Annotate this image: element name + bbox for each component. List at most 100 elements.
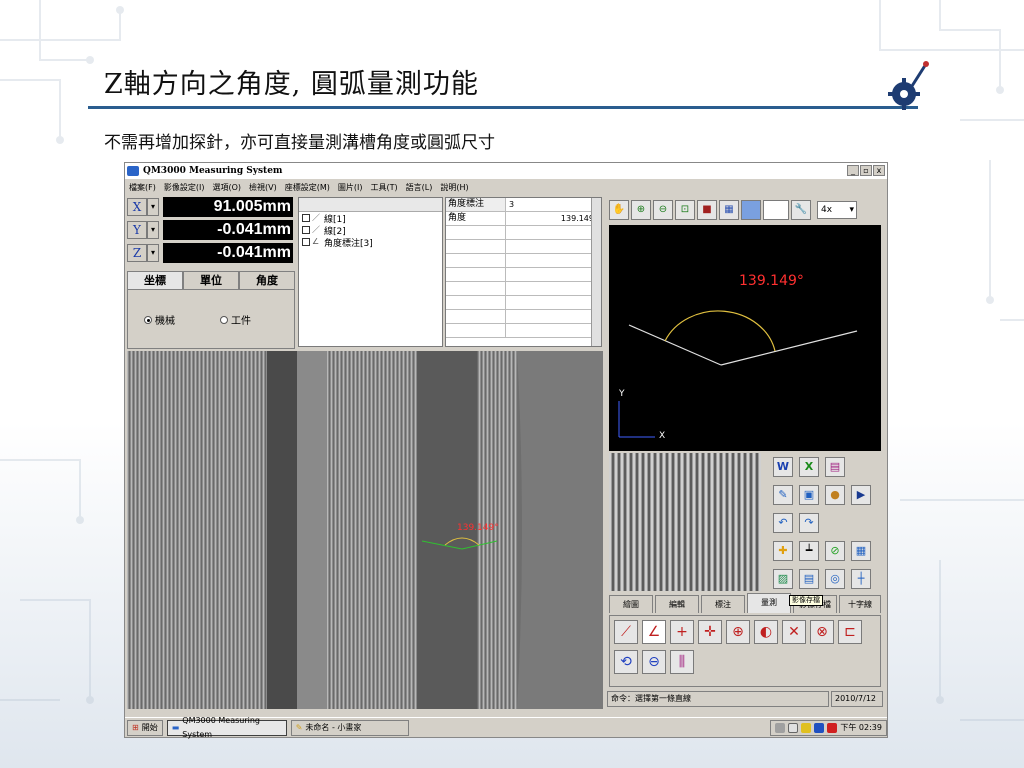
grid-icon[interactable]: ▦ (719, 200, 739, 220)
window-title: QM3000 Measuring System (143, 166, 283, 176)
tab-angle[interactable]: 角度 (239, 271, 295, 289)
zoom-out-icon[interactable]: ⊖ (653, 200, 673, 220)
word-export-icon[interactable]: W (773, 457, 793, 477)
tab-unit[interactable]: 單位 (183, 271, 239, 289)
zoom-window-icon[interactable]: ⊡ (675, 200, 695, 220)
tab-edit[interactable]: 編輯 (655, 595, 699, 613)
redo-icon[interactable]: ↷ (799, 513, 819, 533)
picture-icon[interactable]: ▨ (773, 569, 793, 589)
table-row (446, 268, 601, 282)
slide-subtitle: 不需再增加探針，亦可直接量測溝槽角度或圓弧尺寸 (104, 133, 495, 153)
app-icon: ▬ (171, 722, 180, 732)
menu-image-settings[interactable]: 影像設定(I) (164, 182, 205, 193)
excel-export-icon[interactable]: X (799, 457, 819, 477)
camera-thumbnail[interactable] (609, 453, 761, 591)
axis-label-z[interactable]: Z (127, 244, 147, 262)
rotate-tool-icon[interactable]: ⟲ (614, 650, 638, 674)
menu-file[interactable]: 檔案(F) (129, 182, 156, 193)
hand-pan-icon[interactable]: ✋ (609, 200, 629, 220)
close-button[interactable]: x (873, 165, 885, 176)
gear-logo-icon (888, 61, 929, 110)
menu-view[interactable]: 檢視(V) (249, 182, 277, 193)
arc-tool-icon[interactable]: ◐ (754, 620, 778, 644)
edit-icon[interactable]: ✎ (773, 485, 793, 505)
help-icon[interactable] (788, 722, 799, 733)
wrench-icon[interactable]: 🔧 (791, 200, 811, 220)
document-icon[interactable]: ▤ (799, 569, 819, 589)
checkbox[interactable] (302, 238, 310, 246)
result-header-name: 角度標注 (446, 198, 506, 211)
table-row[interactable]: 角度 139.149° (446, 212, 601, 226)
target-icon[interactable]: ◎ (825, 569, 845, 589)
color-fill-icon[interactable] (741, 200, 761, 220)
undo-icon[interactable]: ↶ (773, 513, 793, 533)
menu-options[interactable]: 選項(O) (212, 182, 241, 193)
printer-icon[interactable] (775, 722, 786, 733)
tab-annotate[interactable]: 標注 (701, 595, 745, 613)
zoom-in-icon[interactable]: ⊕ (631, 200, 651, 220)
feature-item-angle[interactable]: ∠ 角度標注[3] (299, 236, 442, 249)
crosshair-icon[interactable]: ┼ (851, 569, 871, 589)
tooltip: 影像存檔 (789, 595, 823, 606)
point-tool-icon[interactable]: + (670, 620, 694, 644)
zoom-select[interactable]: 4x ▾ (817, 201, 857, 219)
checkbox[interactable] (302, 226, 310, 234)
tab-coordinate[interactable]: 坐標 (127, 271, 183, 289)
feature-item-line1[interactable]: ／ 線[1] (299, 212, 442, 225)
prohibit-icon[interactable]: ⊘ (825, 541, 845, 561)
radio-machine[interactable]: 機械 (144, 312, 175, 327)
minimize-button[interactable]: _ (847, 165, 859, 176)
axis-label-y[interactable]: Y (127, 221, 147, 239)
result-scrollbar[interactable] (591, 198, 601, 346)
security-icon[interactable] (801, 722, 812, 733)
settings-icon[interactable]: ● (825, 485, 845, 505)
line-tool-icon[interactable]: ⟋ (614, 620, 638, 644)
ruler-icon[interactable]: ┷ (799, 541, 819, 561)
menu-tools[interactable]: 工具(T) (370, 182, 397, 193)
window-titlebar[interactable]: QM3000 Measuring System _ ▫ x (125, 163, 887, 179)
table-grid-icon[interactable]: ▦ (851, 541, 871, 561)
cad-view[interactable]: 139.149° Y X (609, 225, 881, 451)
clock: 下午 02:39 (840, 723, 882, 732)
start-button[interactable]: ⊞ 開始 (127, 719, 163, 736)
menu-language[interactable]: 語言(L) (406, 182, 433, 193)
radio-work[interactable]: 工件 (220, 312, 251, 327)
width-tool-icon[interactable]: ⫼ (670, 650, 694, 674)
color-white-swatch[interactable] (763, 200, 789, 220)
table-row (446, 254, 601, 268)
task-qm3000[interactable]: ▬ QM3000 Measuring System (166, 716, 287, 739)
checkbox[interactable] (302, 214, 310, 222)
eraser-icon[interactable]: ■ (697, 200, 717, 220)
center-tool-icon[interactable]: ⊗ (810, 620, 834, 644)
distance-tool-icon[interactable]: ✕ (782, 620, 806, 644)
feature-item-line2[interactable]: ／ 線[2] (299, 224, 442, 237)
angle-tool-icon[interactable]: ∠ (642, 620, 666, 644)
axis-dropdown-y[interactable]: ▾ (147, 221, 159, 239)
menu-help[interactable]: 說明(H) (440, 182, 468, 193)
report-icon[interactable]: ▣ (799, 485, 819, 505)
axis-dropdown-z[interactable]: ▾ (147, 244, 159, 262)
circle-tool-icon[interactable]: ⊕ (726, 620, 750, 644)
network-icon[interactable] (814, 722, 825, 733)
task-paint[interactable]: ✎ 未命名 - 小畫家 (290, 719, 409, 736)
tab-crosshair[interactable]: 十字線 (839, 595, 881, 613)
menu-image[interactable]: 圖片(I) (338, 182, 363, 193)
intersection-tool-icon[interactable]: ✛ (698, 620, 722, 644)
axis-value-z: -0.041mm (163, 243, 293, 263)
table-row (446, 296, 601, 310)
axis-dropdown-x[interactable]: ▾ (147, 198, 159, 216)
antivirus-icon[interactable] (827, 722, 838, 733)
menu-coordinate-settings[interactable]: 座標設定(M) (285, 182, 330, 193)
circle-center-tool-icon[interactable]: ⊖ (642, 650, 666, 674)
save-report-icon[interactable]: ▤ (825, 457, 845, 477)
task-label: QM3000 Measuring System (182, 715, 260, 739)
play-icon[interactable]: ▶ (851, 485, 871, 505)
tab-measure[interactable]: 量測 (747, 593, 791, 613)
tab-draw[interactable]: 繪圖 (609, 595, 653, 613)
crosshair-add-icon[interactable]: ✚ (773, 541, 793, 561)
chevron-down-icon: ▾ (849, 205, 854, 215)
live-camera-view[interactable]: 139.149° (127, 351, 603, 709)
tangent-tool-icon[interactable]: ⊏ (838, 620, 862, 644)
maximize-button[interactable]: ▫ (860, 165, 872, 176)
axis-label-x[interactable]: X (127, 198, 147, 216)
